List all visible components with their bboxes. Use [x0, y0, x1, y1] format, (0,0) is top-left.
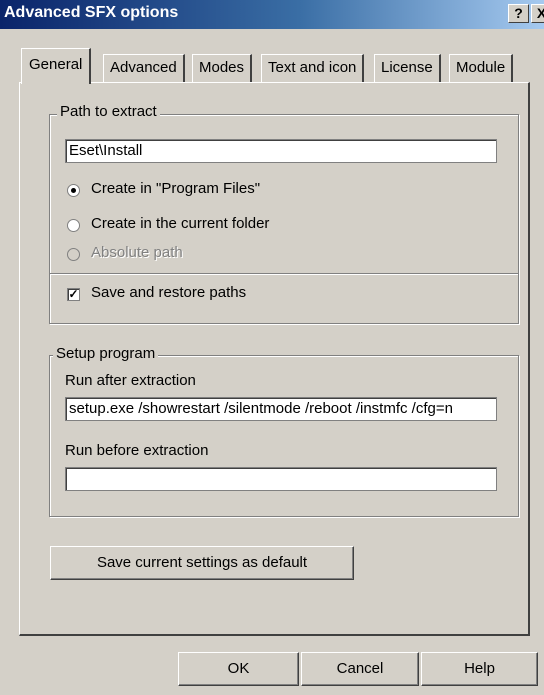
window-title: Advanced SFX options: [4, 4, 179, 21]
radio-program-files-label: Create in "Program Files": [91, 180, 261, 197]
radio-program-files-button[interactable]: [67, 184, 80, 197]
close-title-button[interactable]: X: [531, 4, 544, 23]
radio-current-folder-button[interactable]: [67, 219, 80, 232]
general-tab-panel: Path to extract Eset\Install Create in "…: [19, 82, 530, 636]
path-input[interactable]: Eset\Install: [65, 139, 497, 163]
run-after-input[interactable]: setup.exe /showrestart /silentmode /rebo…: [65, 397, 497, 421]
dialog-window: Advanced SFX options ? X General Advance…: [0, 0, 544, 695]
save-restore-check-box[interactable]: ✓: [67, 288, 80, 301]
save-restore-label: Save and restore paths: [91, 284, 247, 301]
run-before-input[interactable]: [65, 467, 497, 491]
tab-advanced[interactable]: Advanced: [103, 54, 185, 82]
save-as-default-button[interactable]: Save current settings as default: [50, 546, 354, 580]
ok-button[interactable]: OK: [178, 652, 299, 686]
radio-absolute-path-button: [67, 248, 80, 261]
run-after-label: Run after extraction: [65, 372, 196, 389]
tab-module[interactable]: Module: [449, 54, 514, 82]
run-before-label: Run before extraction: [65, 442, 209, 459]
path-group-divider: [50, 273, 518, 275]
radio-current-folder-label: Create in the current folder: [91, 215, 270, 232]
tab-general[interactable]: General: [21, 48, 92, 84]
setup-group-label: Setup program: [53, 345, 159, 362]
title-bar[interactable]: Advanced SFX options ? X: [0, 0, 544, 29]
help-title-button[interactable]: ?: [508, 4, 529, 23]
tab-license[interactable]: License: [374, 54, 441, 82]
path-group-label: Path to extract: [57, 103, 160, 120]
tab-modes[interactable]: Modes: [192, 54, 253, 82]
help-button[interactable]: Help: [421, 652, 538, 686]
tab-text-and-icon[interactable]: Text and icon: [261, 54, 365, 82]
radio-absolute-path-label: Absolute path: [91, 244, 183, 261]
cancel-button[interactable]: Cancel: [301, 652, 419, 686]
